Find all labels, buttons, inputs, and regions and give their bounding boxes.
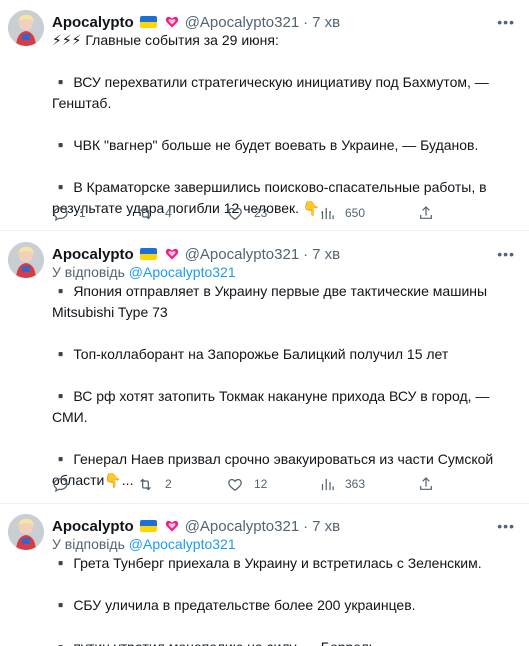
share-button[interactable] (418, 205, 434, 221)
text-line: ▪️ ЧВК "вагнер" больше не будет воевать … (52, 137, 479, 153)
views-count: 650 (345, 206, 366, 220)
text-line: ⚡⚡⚡ Главные события за 29 июня: (52, 32, 279, 48)
heart-badge-icon (165, 520, 178, 532)
heart-badge-icon (165, 248, 178, 260)
text-line: Генштаб. (52, 95, 112, 111)
retweet-icon (140, 478, 151, 490)
reply-handle-link[interactable]: @Apocalypto321 (129, 536, 236, 552)
text-line: ▪️ путин утратил монополию на силу, — Бо… (52, 637, 514, 646)
author-handle[interactable]: @Apocalypto321 (185, 14, 299, 31)
reply-button[interactable] (52, 476, 79, 493)
reply-context: У відповідь @Apocalypto321 (52, 536, 236, 552)
text-line (52, 51, 514, 72)
views-icon (321, 207, 334, 219)
text-line (52, 156, 514, 177)
avatar[interactable] (8, 242, 44, 278)
ukraine-flag-icon (139, 520, 157, 532)
separator-dot: · (303, 517, 309, 535)
like-icon (228, 207, 242, 220)
retweet-count: 2 (165, 477, 172, 491)
heart-badge-icon (165, 16, 178, 28)
author-handle[interactable]: @Apocalypto321 (185, 246, 299, 263)
retweet-button[interactable]: 4 (136, 205, 172, 222)
text-line (52, 323, 514, 344)
text-line: ▪️ Япония отправляет в Украину первые дв… (52, 283, 488, 299)
author-name[interactable]: Apocalypto (52, 518, 134, 535)
tweet-thread: Apocalypto @Apocalypto321 · 7 хв ••• ⚡⚡⚡… (0, 0, 529, 646)
like-count: 23 (254, 206, 268, 220)
like-button[interactable]: 23 (226, 205, 267, 222)
reply-context: У відповідь @Apocalypto321 (52, 264, 236, 280)
reply-icon (53, 477, 68, 492)
reply-prefix: У відповідь (52, 536, 129, 552)
tweet-text: ▪️ Япония отправляет в Украину первые дв… (52, 281, 514, 491)
more-icon[interactable]: ••• (497, 518, 515, 534)
tweet-header: Apocalypto @Apocalypto321 · 7 хв (52, 516, 340, 536)
reply-handle-link[interactable]: @Apocalypto321 (129, 264, 236, 280)
tweet-actions: 2 12 363 (52, 474, 452, 494)
share-icon (420, 477, 432, 490)
text-line (52, 114, 514, 135)
text-line (52, 365, 514, 386)
more-icon[interactable]: ••• (497, 14, 515, 30)
views-button[interactable]: 363 (320, 477, 365, 492)
reply-icon (53, 206, 68, 221)
separator-dot: · (303, 13, 309, 31)
reply-button[interactable]: 1 (52, 205, 86, 222)
views-icon (321, 478, 334, 490)
reply-prefix: У відповідь (52, 264, 129, 280)
text-line: ▪️ ВС рф хотят затопить Токмак накануне … (52, 388, 490, 404)
retweet-icon (140, 207, 151, 219)
tweet-actions: 1 4 23 650 (52, 203, 452, 223)
text-line: ▪️ В Краматорске завершились поисково-сп… (52, 179, 487, 195)
text-line: ▪️ СБУ уличила в предательстве более 200… (52, 597, 416, 613)
text-line: СМИ. (52, 409, 88, 425)
divider (0, 230, 529, 231)
text-line: ▪️ Грета Тунберг приехала в Украину и вс… (52, 555, 482, 571)
tweet-3[interactable]: Apocalypto @Apocalypto321 · 7 хв ••• У в… (0, 514, 529, 646)
text-line (52, 574, 514, 595)
more-icon[interactable]: ••• (497, 246, 515, 262)
tweet-text: ⚡⚡⚡ Главные события за 29 июня: ▪️ ВСУ п… (52, 30, 514, 219)
like-icon (228, 478, 242, 491)
author-name[interactable]: Apocalypto (52, 14, 134, 31)
text-line (52, 428, 514, 449)
share-button[interactable] (418, 476, 434, 492)
separator-dot: · (303, 245, 309, 263)
timestamp[interactable]: 7 хв (312, 14, 340, 31)
avatar[interactable] (8, 10, 44, 46)
tweet-header: Apocalypto @Apocalypto321 · 7 хв (52, 244, 340, 264)
tweet-header: Apocalypto @Apocalypto321 · 7 хв (52, 12, 340, 32)
views-count: 363 (345, 477, 366, 491)
tweet-1[interactable]: Apocalypto @Apocalypto321 · 7 хв ••• ⚡⚡⚡… (0, 10, 529, 235)
divider (0, 503, 529, 504)
author-handle[interactable]: @Apocalypto321 (185, 518, 299, 535)
ukraine-flag-icon (139, 16, 157, 28)
views-button[interactable]: 650 (320, 206, 365, 221)
text-line: ▪️ ВСУ перехватили стратегическую инициа… (52, 74, 489, 90)
tweet-text: ▪️ Грета Тунберг приехала в Украину и вс… (52, 553, 514, 646)
author-name[interactable]: Apocalypto (52, 246, 134, 263)
text-line: Mitsubishi Type 73 (52, 304, 168, 320)
retweet-button[interactable]: 2 (136, 476, 172, 493)
share-icon (420, 206, 432, 219)
like-count: 12 (254, 477, 268, 491)
text-line: ▪️ Генерал Наев призвал срочно эвакуиров… (52, 451, 494, 467)
retweet-count: 4 (165, 206, 172, 220)
text-line (52, 616, 514, 637)
timestamp[interactable]: 7 хв (312, 518, 340, 535)
ukraine-flag-icon (139, 248, 157, 260)
timestamp[interactable]: 7 хв (312, 246, 340, 263)
text-line: ▪️ Топ-коллаборант на Запорожье Балицкий… (52, 346, 449, 362)
tweet-2[interactable]: Apocalypto @Apocalypto321 · 7 хв ••• У в… (0, 242, 529, 504)
like-button[interactable]: 12 (226, 476, 267, 493)
reply-count: 1 (79, 206, 86, 220)
avatar[interactable] (8, 514, 44, 550)
